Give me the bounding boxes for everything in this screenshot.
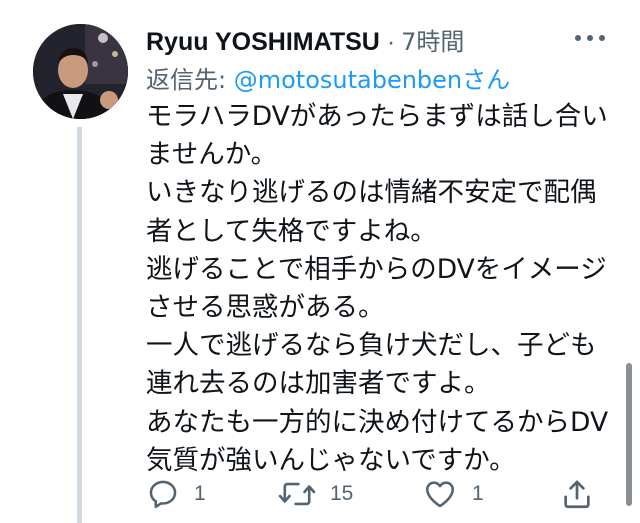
like-button[interactable]: 1 [422,474,484,514]
avatar-image [33,24,128,119]
scrollbar[interactable] [626,363,632,506]
tweet-header: Ryuu YOSHIMATSU · 7時間 [146,22,464,57]
reply-count: 1 [194,482,206,505]
display-name[interactable]: Ryuu YOSHIMATSU [146,28,380,57]
tweet-text-line: 一人で逃げるなら負け犬だし、子ども [146,330,597,362]
action-bar: 1 15 1 [146,474,606,514]
tweet-text-line: モラハラDVがあったらまずは話し合い [146,101,608,132]
retweet-icon [278,482,316,506]
header-separator: · [386,28,396,56]
share-icon [564,480,590,509]
reply-to-suffix: さん [462,66,511,94]
avatar[interactable] [33,24,128,119]
heart-icon [425,481,455,508]
timestamp[interactable]: 7時間 [401,22,464,57]
reply-button[interactable]: 1 [146,474,206,514]
share-button[interactable] [560,474,594,514]
tweet-text-line: あなたも一方的に決め付けてるからDV [146,406,609,438]
more-icon[interactable] [570,28,610,48]
reply-to-line: 返信先: @motosutabenbenさん [146,60,510,95]
thread-line [77,127,82,523]
tweet-text-line: 連れ去るのは加害者ですよ。 [146,368,491,400]
retweet-button[interactable]: 15 [278,474,353,514]
reply-to-label: 返信先: [146,66,234,94]
tweet-text-line: 逃げることで相手からのDVをイメージ [146,253,607,285]
reply-icon [149,480,177,509]
like-count: 1 [472,482,484,505]
tweet-text: モラハラDVがあったらまずは話し合い ませんか。 いきなり逃げるのは情緒不安定で… [146,98,626,480]
tweet-text-line: 者として失格ですよね。 [146,215,437,247]
tweet-text-line: いきなり逃げるのは情緒不安定で配偶 [146,177,597,209]
reply-to-handle[interactable]: @motosutabenben [234,66,462,94]
retweet-count: 15 [330,482,354,505]
tweet-text-line: ませんか。 [146,139,278,171]
tweet-text-line: させる思惑がある。 [146,291,385,323]
